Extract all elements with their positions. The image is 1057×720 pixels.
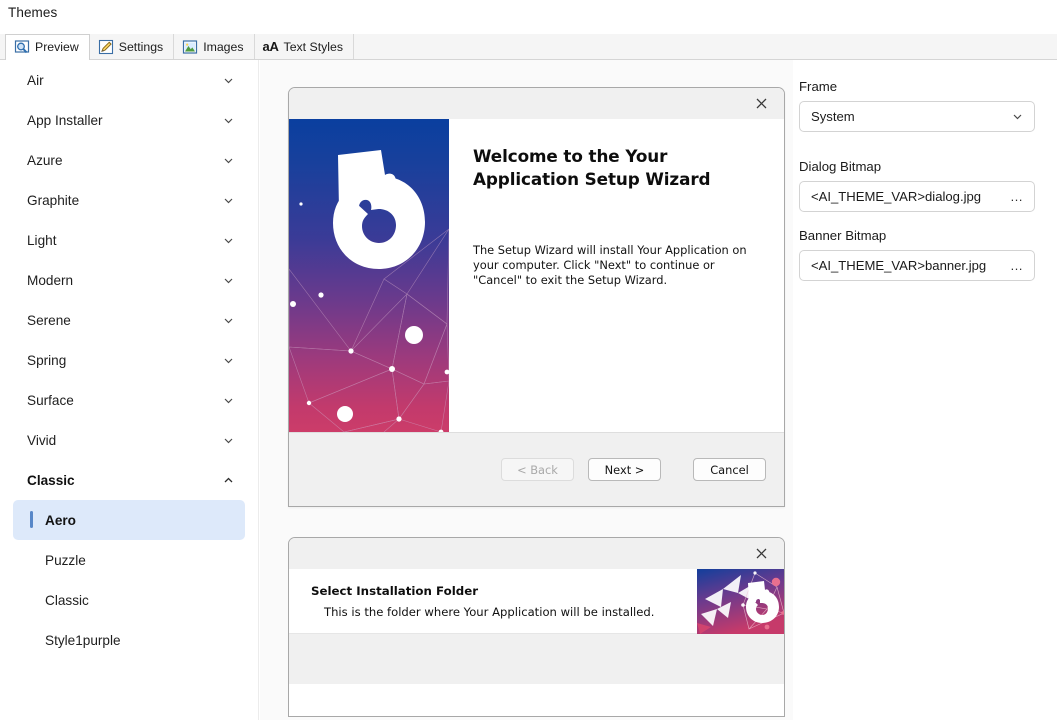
pencil-icon <box>98 39 114 55</box>
theme-child-aero[interactable]: Aero <box>13 500 245 540</box>
chevron-down-icon[interactable] <box>222 314 235 327</box>
theme-label: Air <box>27 72 44 88</box>
banner-bitmap-field[interactable]: <AI_THEME_VAR>banner.jpg … <box>799 250 1035 281</box>
wizard-dialog-welcome: Welcome to the Your Application Setup Wi… <box>288 87 785 507</box>
tab-images-label: Images <box>203 39 244 54</box>
cancel-button[interactable]: Cancel <box>693 458 766 481</box>
theme-list-sidebar: Air App Installer Azure Graphite Light M… <box>0 60 259 720</box>
theme-label: Spring <box>27 352 67 368</box>
theme-label: Serene <box>27 312 71 328</box>
tab-settings-label: Settings <box>118 39 164 54</box>
theme-label: Vivid <box>27 432 57 448</box>
tab-text-styles[interactable]: aA Text Styles <box>254 34 355 59</box>
tab-settings[interactable]: Settings <box>89 34 175 59</box>
browse-ellipsis-icon[interactable]: … <box>1004 258 1024 273</box>
chevron-down-icon[interactable] <box>222 194 235 207</box>
theme-label: Azure <box>27 152 63 168</box>
banner-bitmap-value: <AI_THEME_VAR>banner.jpg <box>811 258 987 273</box>
dialog-text-area: Welcome to the Your Application Setup Wi… <box>449 119 784 432</box>
theme-item-vivid[interactable]: Vivid <box>13 420 245 460</box>
tab-bar: Preview Settings Images aA Text Styles <box>0 34 1057 60</box>
theme-child-style1purple[interactable]: Style1purple <box>13 620 245 660</box>
frame-label: Frame <box>799 79 838 94</box>
aA-text-icon: aA <box>262 39 279 54</box>
theme-label: Light <box>27 232 57 248</box>
browse-ellipsis-icon[interactable]: … <box>1004 189 1024 204</box>
theme-child-puzzle[interactable]: Puzzle <box>13 540 245 580</box>
properties-panel: Frame System Dialog Bitmap <AI_THEME_VAR… <box>793 60 1057 720</box>
dialog2-banner: Select Installation Folder This is the f… <box>289 569 784 634</box>
dialog-bitmap-value: <AI_THEME_VAR>dialog.jpg <box>811 189 982 204</box>
dialog-body: Welcome to the Your Application Setup Wi… <box>289 119 784 432</box>
theme-item-app-installer[interactable]: App Installer <box>13 100 245 140</box>
picture-icon <box>182 39 198 55</box>
preview-canvas: Welcome to the Your Application Setup Wi… <box>260 60 793 720</box>
tab-text-styles-label: Text Styles <box>283 39 344 54</box>
tab-preview-label: Preview <box>35 40 79 54</box>
theme-child-label: Style1purple <box>45 632 121 648</box>
dialog-title-bar <box>289 88 784 119</box>
theme-item-spring[interactable]: Spring <box>13 340 245 380</box>
theme-child-classic[interactable]: Classic <box>13 580 245 620</box>
theme-item-air[interactable]: Air <box>13 60 245 100</box>
close-icon[interactable] <box>750 94 772 114</box>
frame-select[interactable]: System <box>799 101 1035 132</box>
chevron-up-icon[interactable] <box>222 474 235 487</box>
dialog-bitmap-image <box>289 119 449 432</box>
dialog-bitmap-field[interactable]: <AI_THEME_VAR>dialog.jpg … <box>799 181 1035 212</box>
wizard-dialog-folder: Select Installation Folder This is the f… <box>288 537 785 717</box>
theme-item-surface[interactable]: Surface <box>13 380 245 420</box>
tab-preview[interactable]: Preview <box>5 34 90 60</box>
chevron-down-icon[interactable] <box>222 394 235 407</box>
theme-child-label: Classic <box>45 592 89 608</box>
selection-indicator <box>30 511 33 528</box>
chevron-down-icon[interactable] <box>222 234 235 247</box>
chevron-down-icon[interactable] <box>222 154 235 167</box>
wizard-heading: Welcome to the Your Application Setup Wi… <box>473 146 711 189</box>
chevron-down-icon[interactable] <box>1011 110 1024 123</box>
preview-magnifier-icon <box>14 39 30 55</box>
chevron-down-icon[interactable] <box>222 74 235 87</box>
theme-item-light[interactable]: Light <box>13 220 245 260</box>
dialog2-content-area <box>289 634 784 684</box>
theme-label: App Installer <box>27 112 103 128</box>
dialog2-title-bar <box>289 538 784 569</box>
theme-item-serene[interactable]: Serene <box>13 300 245 340</box>
page-title: Themes <box>8 5 58 20</box>
dialog-bitmap-label: Dialog Bitmap <box>799 159 882 174</box>
dialog-footer: < Back Next > Cancel <box>289 432 784 506</box>
next-button[interactable]: Next > <box>588 458 661 481</box>
back-button[interactable]: < Back <box>501 458 574 481</box>
frame-value: System <box>811 109 855 124</box>
chevron-down-icon[interactable] <box>222 114 235 127</box>
theme-label: Modern <box>27 272 74 288</box>
banner-bitmap-image <box>697 569 784 634</box>
chevron-down-icon[interactable] <box>222 354 235 367</box>
theme-label: Graphite <box>27 192 80 208</box>
theme-item-modern[interactable]: Modern <box>13 260 245 300</box>
theme-item-classic[interactable]: Classic <box>13 460 245 500</box>
wizard-body-text: The Setup Wizard will install Your Appli… <box>473 243 747 287</box>
theme-child-label: Puzzle <box>45 552 86 568</box>
theme-label: Surface <box>27 392 74 408</box>
theme-label: Classic <box>27 472 75 488</box>
chevron-down-icon[interactable] <box>222 274 235 287</box>
close-icon[interactable] <box>750 544 772 564</box>
tab-images[interactable]: Images <box>174 34 255 59</box>
theme-item-graphite[interactable]: Graphite <box>13 180 245 220</box>
theme-child-label: Aero <box>45 512 76 528</box>
banner-bitmap-label: Banner Bitmap <box>799 228 887 243</box>
chevron-down-icon[interactable] <box>222 434 235 447</box>
theme-item-azure[interactable]: Azure <box>13 140 245 180</box>
